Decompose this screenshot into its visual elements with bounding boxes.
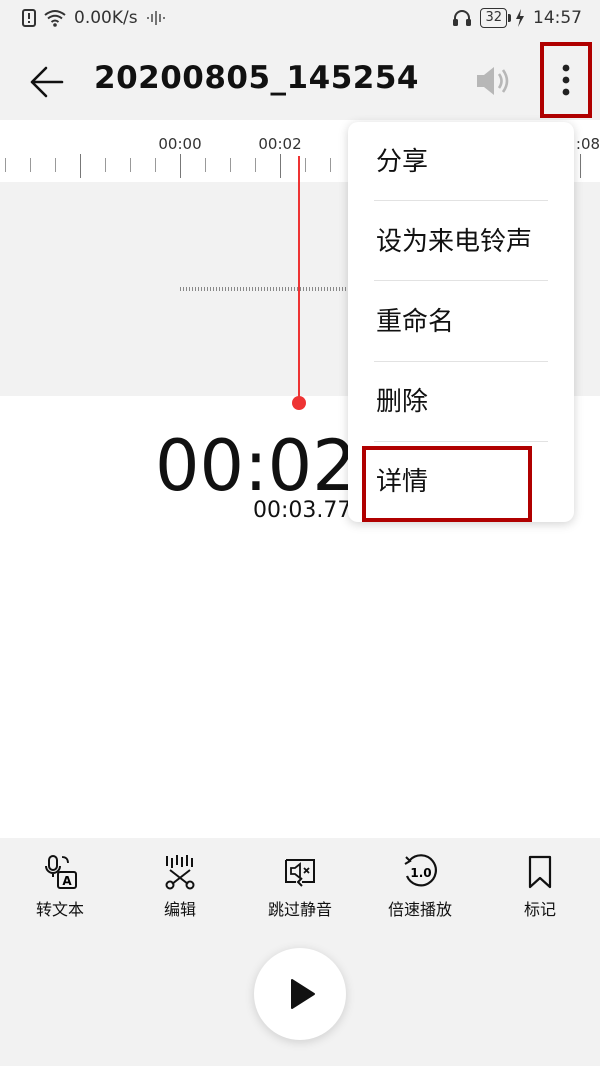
speech-to-text-button[interactable]: A 转文本 — [10, 854, 110, 920]
skip-silence-icon — [285, 859, 315, 887]
ruler-tick — [280, 154, 281, 178]
menu-divider — [374, 280, 548, 281]
ruler-tick — [80, 154, 81, 178]
ruler-tick — [105, 158, 106, 172]
clock: 14:57 — [533, 8, 582, 28]
ruler-label: :08 — [575, 135, 600, 153]
svg-text:A: A — [62, 874, 72, 888]
ruler-tick — [330, 158, 331, 172]
ruler-label: 00:02 — [258, 135, 302, 153]
ruler-tick — [180, 154, 181, 178]
bookmark-icon — [528, 855, 552, 889]
ruler-tick — [55, 158, 56, 172]
details-highlight-box — [362, 446, 532, 522]
toolbar-label: 标记 — [523, 900, 556, 919]
back-button[interactable] — [28, 64, 64, 100]
charging-icon — [516, 9, 524, 27]
status-left: 0.00K/s — [22, 8, 166, 28]
ruler-tick — [255, 158, 256, 172]
play-icon — [291, 979, 315, 1009]
play-button[interactable] — [254, 948, 346, 1040]
battery-indicator: 32 — [480, 8, 511, 28]
ruler-tick — [30, 158, 31, 172]
speech-to-text-icon: A — [45, 855, 77, 889]
page-title: 20200805_145254 — [94, 60, 419, 96]
more-options-button[interactable] — [540, 42, 592, 118]
menu-item-set-ringtone[interactable]: 设为来电铃声 — [376, 202, 548, 282]
ruler-tick — [130, 158, 131, 172]
ruler-tick — [230, 158, 231, 172]
ruler-tick — [305, 158, 306, 172]
waveform — [180, 287, 350, 291]
net-speed: 0.00K/s — [74, 8, 138, 28]
wifi-icon — [44, 10, 66, 27]
back-arrow-icon — [30, 66, 64, 98]
status-right: 32 14:57 — [452, 8, 582, 28]
edit-button[interactable]: 编辑 — [130, 854, 230, 920]
ruler-tick — [155, 158, 156, 172]
edit-cut-icon — [165, 855, 195, 890]
more-vertical-icon — [562, 64, 570, 96]
alert-icon — [22, 9, 36, 27]
speaker-icon — [477, 67, 509, 95]
ruler-tick — [5, 158, 6, 172]
ruler-tick — [580, 154, 581, 178]
ruler-tick — [205, 158, 206, 172]
total-duration: 00:03.77 — [253, 498, 352, 523]
speaker-button[interactable] — [474, 64, 512, 98]
toolbar-label: 跳过静音 — [267, 900, 332, 919]
menu-divider — [374, 200, 548, 201]
playback-speed-icon: 1.0 — [404, 854, 437, 887]
menu-item-delete[interactable]: 删除 — [376, 362, 548, 442]
audio-wave-icon — [146, 11, 165, 25]
toolbar-label: 倍速播放 — [387, 900, 452, 919]
skip-silence-button[interactable]: 跳过静音 — [250, 854, 350, 920]
toolbar-label: 转文本 — [35, 900, 84, 919]
playback-speed-button[interactable]: 1.0 倍速播放 — [370, 854, 470, 920]
menu-item-share[interactable]: 分享 — [376, 122, 548, 202]
current-time: 00:02 — [155, 425, 357, 507]
bookmark-button[interactable]: 标记 — [490, 854, 590, 920]
toolbar-label: 编辑 — [163, 900, 196, 919]
menu-item-rename[interactable]: 重命名 — [376, 282, 548, 362]
speed-value: 1.0 — [410, 866, 431, 880]
playhead-line[interactable] — [298, 156, 300, 402]
ruler-label: 00:00 — [158, 135, 202, 153]
headphones-icon — [453, 10, 472, 26]
playhead-handle[interactable] — [292, 396, 306, 410]
